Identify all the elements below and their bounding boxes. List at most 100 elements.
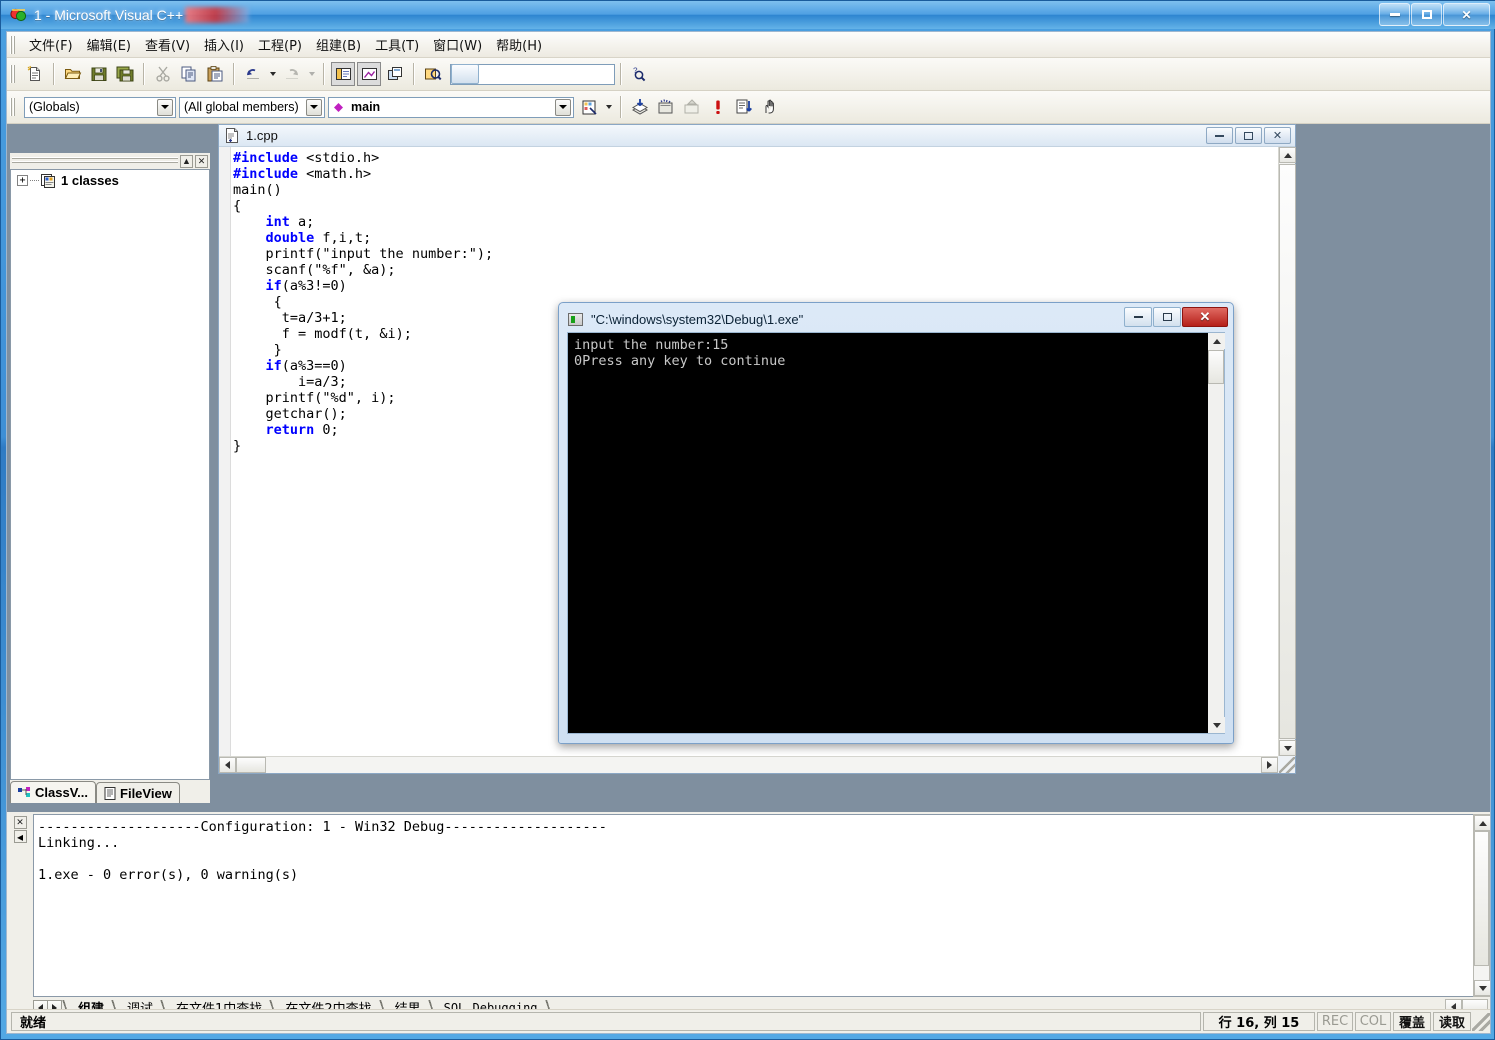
find-in-files-icon[interactable]: [421, 62, 445, 86]
console-minimize-button[interactable]: [1124, 307, 1152, 327]
document-close-button[interactable]: ✕: [1264, 127, 1291, 144]
output-dock-button[interactable]: ◂: [13, 830, 27, 844]
output-vscroll-thumb[interactable]: [1474, 831, 1489, 966]
toolbar-separator: [323, 63, 325, 85]
main-title-bar[interactable]: 1 - Microsoft Visual C++ ✕: [1, 1, 1495, 29]
minimize-button[interactable]: [1379, 3, 1410, 26]
classview-tree[interactable]: + 1 classes: [10, 169, 210, 780]
tree-root-label: 1 classes: [61, 173, 119, 188]
document-restore-button[interactable]: [1235, 127, 1262, 144]
editor-vertical-scrollbar[interactable]: [1278, 147, 1296, 756]
undo-icon[interactable]: [241, 62, 265, 86]
cut-icon[interactable]: [151, 62, 175, 86]
status-size-grip[interactable]: [1472, 1012, 1490, 1031]
status-col[interactable]: COL: [1355, 1012, 1391, 1031]
toolbar-separator: [143, 63, 145, 85]
menu-edit[interactable]: 编辑(E): [80, 32, 138, 57]
tab-fileview[interactable]: FileView: [96, 782, 180, 803]
redo-dropdown-arrow[interactable]: [305, 62, 318, 86]
members-combo-arrow[interactable]: [306, 98, 322, 116]
find-combo[interactable]: [450, 63, 615, 85]
compile-icon[interactable]: [628, 95, 652, 119]
tab-classview[interactable]: ClassV...: [10, 781, 97, 803]
menu-gripper[interactable]: [10, 35, 18, 54]
save-all-icon[interactable]: [113, 62, 137, 86]
workspace-icon[interactable]: [331, 62, 355, 86]
app-root: 1 - Microsoft Visual C++ ✕ 文件(F) 编辑(E) 查…: [0, 0, 1495, 1040]
scope-combo[interactable]: (Globals): [24, 96, 176, 118]
editor-vscroll-thumb[interactable]: [1279, 164, 1296, 739]
new-text-file-icon[interactable]: [23, 62, 47, 86]
editor-gutter[interactable]: [219, 147, 231, 756]
build-icon[interactable]: [654, 95, 678, 119]
copy-icon[interactable]: [177, 62, 201, 86]
output-scroll-down-button[interactable]: [1474, 980, 1490, 996]
editor-scroll-down-button[interactable]: [1279, 740, 1296, 756]
status-rec[interactable]: REC: [1317, 1012, 1353, 1031]
menu-window[interactable]: 窗口(W): [426, 32, 489, 57]
undo-dropdown-arrow[interactable]: [266, 62, 279, 86]
code-text-span: <stdio.h>: [298, 150, 380, 166]
menu-view[interactable]: 查看(V): [138, 32, 197, 57]
mdi-client-area: ▲ ✕ + 1 classes ClassV... FileView 1.cpp…: [7, 124, 1490, 812]
function-combo-arrow[interactable]: [555, 98, 571, 116]
insert-breakpoint-icon[interactable]: [758, 95, 782, 119]
workspace-close-button[interactable]: ✕: [195, 154, 208, 168]
close-button[interactable]: ✕: [1443, 3, 1490, 26]
code-text-span: {: [233, 198, 242, 214]
output-scroll-up-button[interactable]: [1474, 815, 1490, 831]
save-icon[interactable]: [87, 62, 111, 86]
editor-scroll-up-button[interactable]: [1279, 147, 1296, 163]
console-scroll-down-button[interactable]: [1208, 717, 1225, 733]
paste-icon[interactable]: [203, 62, 227, 86]
find-combo-arrow[interactable]: [451, 64, 479, 84]
menu-insert[interactable]: 插入(I): [197, 32, 251, 57]
wizardbar-actions-icon[interactable]: [577, 95, 601, 119]
window-list-icon[interactable]: [383, 62, 407, 86]
menu-tools[interactable]: 工具(T): [368, 32, 426, 57]
wizardbar-dropdown-arrow[interactable]: [602, 95, 615, 119]
status-overwrite[interactable]: 覆盖: [1393, 1012, 1431, 1031]
console-vertical-scrollbar[interactable]: [1207, 333, 1225, 733]
workspace-dock-button[interactable]: ▲: [180, 154, 193, 168]
editor-horizontal-scrollbar[interactable]: [219, 756, 1278, 773]
console-restore-button[interactable]: [1153, 307, 1181, 327]
output-icon[interactable]: [357, 62, 381, 86]
menu-project[interactable]: 工程(P): [251, 32, 309, 57]
output-vertical-scrollbar[interactable]: [1473, 814, 1490, 997]
tab-classview-label: ClassV...: [35, 785, 89, 800]
redo-icon[interactable]: [280, 62, 304, 86]
tree-row-classes[interactable]: + 1 classes: [11, 170, 209, 188]
output-close-button[interactable]: ✕: [13, 816, 27, 829]
menu-build[interactable]: 组建(B): [309, 32, 368, 57]
menu-file[interactable]: 文件(F): [22, 32, 80, 57]
members-combo[interactable]: (All global members): [179, 96, 325, 118]
menu-help[interactable]: 帮助(H): [489, 32, 549, 57]
go-icon[interactable]: [732, 95, 756, 119]
document-title-bar[interactable]: 1.cpp ✕: [219, 125, 1295, 147]
restore-button[interactable]: [1411, 3, 1442, 26]
standard-toolbar-gripper[interactable]: [10, 65, 18, 83]
find-help-icon[interactable]: ?: [628, 62, 652, 86]
stop-build-icon[interactable]: [706, 95, 730, 119]
console-vscroll-thumb[interactable]: [1208, 350, 1224, 384]
editor-scroll-left-button[interactable]: [219, 757, 236, 773]
workspace-drag-grip[interactable]: [12, 157, 178, 165]
console-close-button[interactable]: ✕: [1182, 307, 1228, 327]
console-scroll-up-button[interactable]: [1208, 333, 1225, 349]
build-execute-icon[interactable]: [680, 95, 704, 119]
code-line: #include <math.h>: [233, 166, 1278, 182]
document-minimize-button[interactable]: [1206, 127, 1233, 144]
output-text[interactable]: --------------------Configuration: 1 - W…: [33, 814, 1473, 997]
function-combo[interactable]: main: [328, 96, 574, 118]
editor-scroll-right-button[interactable]: [1261, 757, 1278, 773]
wizardbar-gripper[interactable]: [10, 98, 18, 116]
editor-hscroll-thumb[interactable]: [236, 757, 266, 773]
editor-size-grip[interactable]: [1279, 757, 1295, 773]
cpp-file-icon: [225, 128, 239, 143]
scope-combo-arrow[interactable]: [157, 98, 173, 116]
tree-expander-icon[interactable]: +: [17, 175, 28, 186]
console-title-bar[interactable]: "C:\windows\system32\Debug\1.exe" ✕: [563, 307, 1229, 332]
status-readonly[interactable]: 读取: [1433, 1012, 1471, 1031]
open-icon[interactable]: [61, 62, 85, 86]
